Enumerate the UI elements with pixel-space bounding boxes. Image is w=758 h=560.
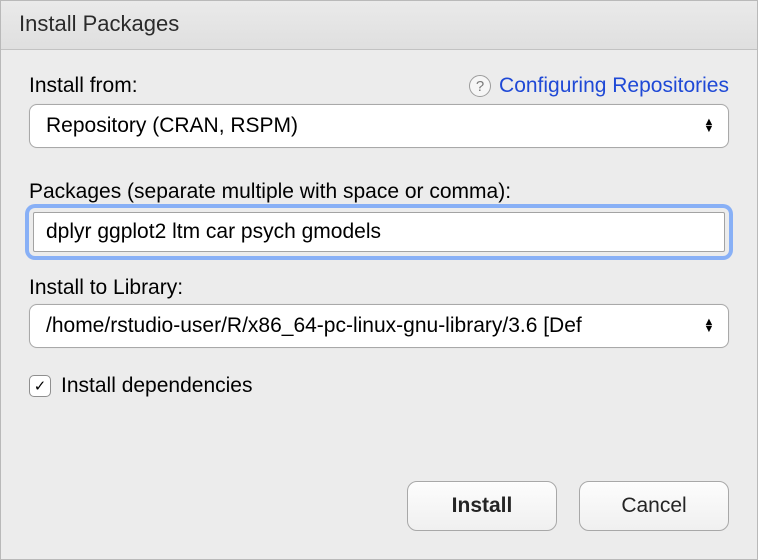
cancel-button[interactable]: Cancel <box>579 481 729 531</box>
dialog-footer: Install Cancel <box>1 481 757 559</box>
install-dependencies-checkbox[interactable]: ✓ <box>29 375 51 397</box>
install-dependencies-label: Install dependencies <box>61 374 252 398</box>
help-icon: ? <box>469 75 491 97</box>
library-label: Install to Library: <box>29 276 729 300</box>
library-value: /home/rstudio-user/R/x86_64-pc-linux-gnu… <box>46 314 582 338</box>
dialog-title: Install Packages <box>1 1 757 50</box>
library-select[interactable]: /home/rstudio-user/R/x86_64-pc-linux-gnu… <box>29 304 729 348</box>
install-dependencies-row[interactable]: ✓ Install dependencies <box>29 374 729 398</box>
select-arrows-icon: ▲▼ <box>702 319 716 333</box>
configuring-repositories-link[interactable]: ? Configuring Repositories <box>469 74 729 98</box>
install-from-label: Install from: <box>29 74 138 98</box>
install-button[interactable]: Install <box>407 481 557 531</box>
packages-label: Packages (separate multiple with space o… <box>29 180 729 204</box>
install-from-select[interactable]: Repository (CRAN, RSPM) ▲▼ <box>29 104 729 148</box>
packages-input-focus-ring <box>29 208 729 256</box>
dialog-content: Install from: ? Configuring Repositories… <box>1 50 757 481</box>
select-arrows-icon: ▲▼ <box>702 119 716 133</box>
packages-input[interactable] <box>33 212 725 252</box>
install-from-value: Repository (CRAN, RSPM) <box>46 114 298 138</box>
install-packages-dialog: Install Packages Install from: ? Configu… <box>0 0 758 560</box>
help-link-text: Configuring Repositories <box>499 74 729 98</box>
